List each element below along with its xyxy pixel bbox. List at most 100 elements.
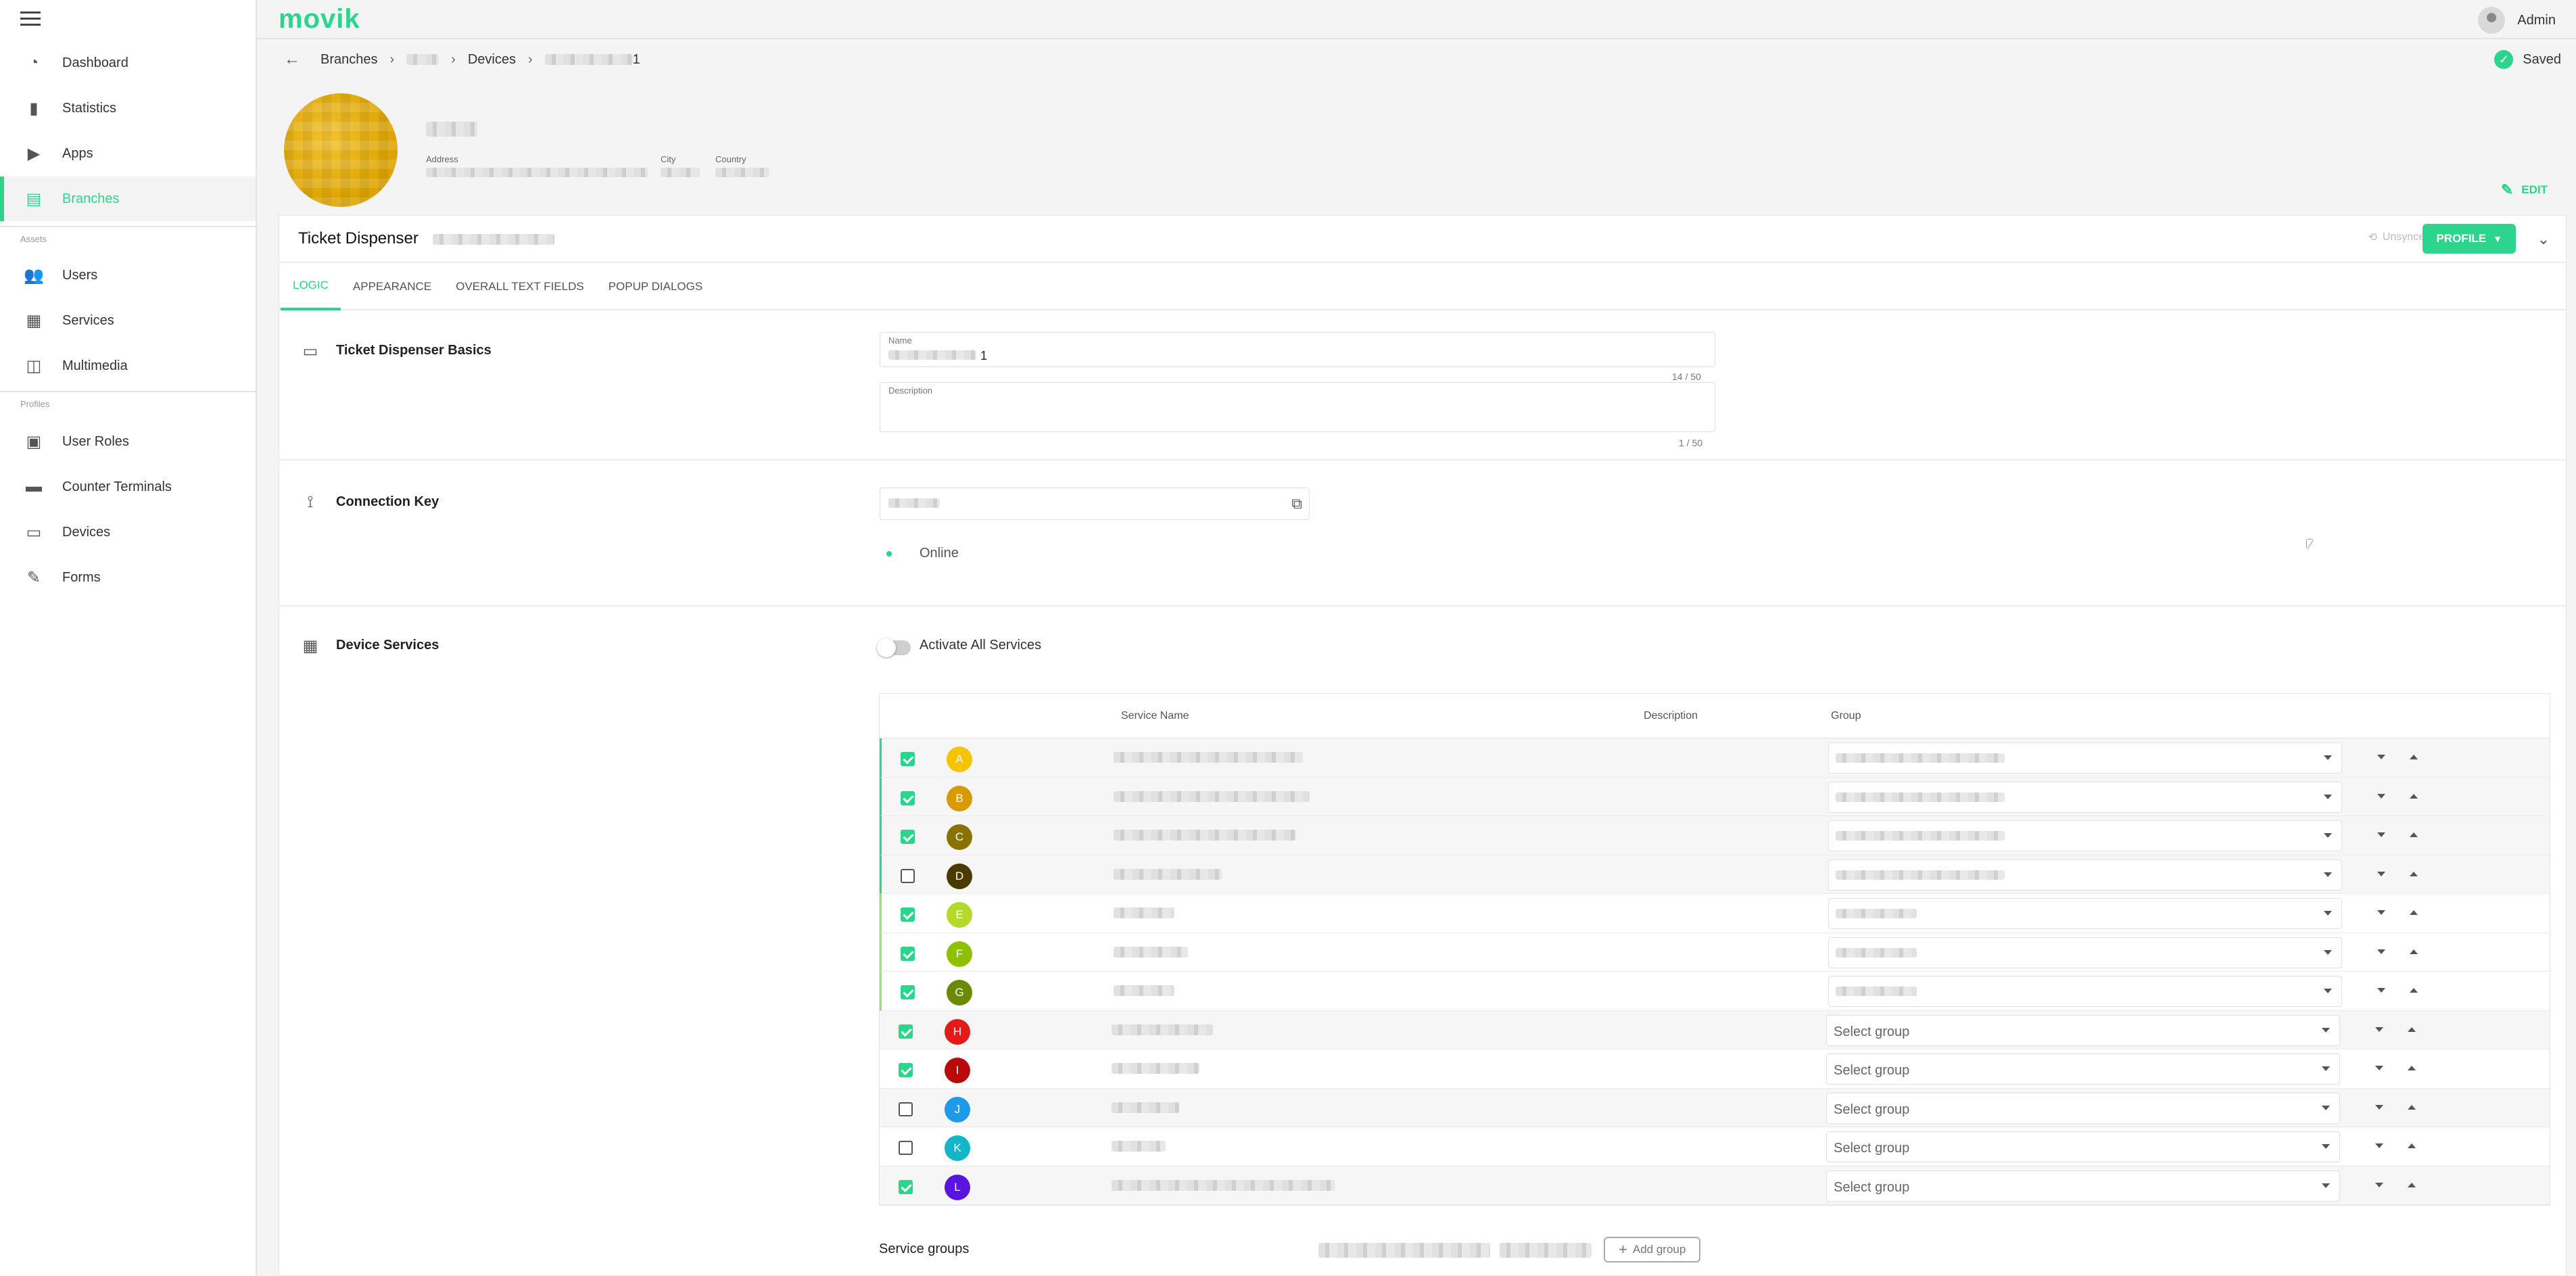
- breadcrumb-branch-redacted[interactable]: [406, 54, 439, 65]
- breadcrumb-branches[interactable]: Branches: [320, 52, 378, 68]
- edit-button[interactable]: ✎ EDIT: [2501, 181, 2548, 199]
- move-up-icon[interactable]: [2410, 793, 2418, 799]
- group-select[interactable]: [1828, 742, 2342, 774]
- copy-icon[interactable]: ⧉: [1291, 495, 1302, 513]
- caret-down-icon: [2324, 794, 2332, 799]
- service-checkbox[interactable]: [899, 1063, 913, 1077]
- user-name: Admin: [2517, 12, 2556, 28]
- sidebar-item-branches[interactable]: ▤ Branches: [0, 176, 256, 221]
- move-up-icon[interactable]: [2408, 1066, 2416, 1070]
- service-checkbox[interactable]: [901, 752, 915, 766]
- group-value-redacted: [1836, 947, 1917, 958]
- address-value-redacted: [426, 168, 648, 177]
- service-checkbox[interactable]: [901, 868, 915, 883]
- move-down-icon[interactable]: [2377, 755, 2385, 759]
- breadcrumb-current-suffix: 1: [632, 51, 640, 67]
- menu-icon[interactable]: [20, 8, 41, 28]
- move-up-icon[interactable]: [2410, 871, 2418, 876]
- move-down-icon[interactable]: [2375, 1143, 2383, 1148]
- sidebar-item-user-roles[interactable]: ▣ User Roles: [0, 419, 256, 464]
- move-up-icon[interactable]: [2408, 1104, 2416, 1110]
- sidebar-item-label: Services: [62, 312, 114, 328]
- move-down-icon[interactable]: [2377, 871, 2385, 876]
- add-group-button[interactable]: + Add group: [1604, 1237, 1701, 1262]
- group-select[interactable]: [1828, 898, 2342, 929]
- move-down-icon[interactable]: [2377, 949, 2385, 954]
- tab-appearance[interactable]: APPEARANCE: [341, 263, 444, 310]
- move-down-icon[interactable]: [2377, 832, 2385, 837]
- group-select[interactable]: Select group: [1826, 1092, 2340, 1124]
- name-field[interactable]: Name 1: [880, 332, 1715, 367]
- group-select[interactable]: [1828, 820, 2342, 851]
- sidebar-item-apps[interactable]: ▶ Apps: [0, 131, 256, 176]
- sidebar-item-forms[interactable]: ✎ Forms: [0, 555, 256, 600]
- move-up-icon[interactable]: [2408, 1182, 2416, 1187]
- service-checkbox[interactable]: [899, 1024, 913, 1039]
- antenna-icon: ⟟: [307, 493, 314, 511]
- group-select[interactable]: Select group: [1826, 1170, 2340, 1202]
- move-up-icon[interactable]: [2408, 1143, 2416, 1148]
- service-group-chip-redacted[interactable]: [1318, 1243, 1490, 1258]
- chevron-down-icon[interactable]: ⌄: [2537, 231, 2550, 248]
- move-down-icon[interactable]: [2375, 1182, 2383, 1187]
- service-group-chip-redacted[interactable]: [1500, 1243, 1592, 1258]
- service-checkbox[interactable]: [901, 985, 915, 999]
- service-letter-badge: H: [945, 1018, 970, 1045]
- device-icon: ▭: [302, 341, 318, 360]
- move-up-icon[interactable]: [2410, 988, 2418, 993]
- group-select[interactable]: [1828, 937, 2342, 968]
- back-arrow-icon[interactable]: ←: [284, 50, 300, 69]
- group-select[interactable]: [1828, 859, 2342, 891]
- move-down-icon[interactable]: [2375, 1066, 2383, 1070]
- bar-chart-icon: ▮: [29, 99, 39, 118]
- move-up-icon[interactable]: [2410, 832, 2418, 837]
- group-select[interactable]: [1828, 781, 2342, 813]
- service-checkbox[interactable]: [901, 790, 915, 805]
- group-select[interactable]: Select group: [1826, 1054, 2340, 1085]
- service-checkbox[interactable]: [899, 1179, 913, 1194]
- move-down-icon[interactable]: [2375, 1104, 2383, 1110]
- sidebar-item-counter-terminals[interactable]: ▬ Counter Terminals: [0, 465, 256, 509]
- table-row: C: [880, 816, 2550, 855]
- service-letter-badge: G: [947, 980, 972, 1006]
- sidebar-item-devices[interactable]: ▭ Devices: [0, 510, 256, 554]
- service-letter-badge: A: [947, 747, 972, 772]
- activate-all-toggle[interactable]: [877, 638, 911, 657]
- group-select-value: Select group: [1834, 1102, 1910, 1117]
- move-up-icon[interactable]: [2410, 949, 2418, 954]
- connection-key-field[interactable]: ⧉: [880, 488, 1310, 520]
- sidebar-item-dashboard[interactable]: ◔ Dashboard: [0, 41, 256, 85]
- move-down-icon[interactable]: [2377, 910, 2385, 915]
- service-checkbox[interactable]: [899, 1141, 913, 1155]
- move-down-icon[interactable]: [2377, 793, 2385, 799]
- move-down-icon[interactable]: [2377, 988, 2385, 993]
- description-field[interactable]: Description: [880, 382, 1715, 432]
- move-down-icon[interactable]: [2375, 1026, 2383, 1032]
- service-checkbox[interactable]: [901, 907, 915, 922]
- sidebar-item-multimedia[interactable]: ◫ Multimedia: [0, 344, 256, 388]
- tab-overall-text-fields[interactable]: OVERALL TEXT FIELDS: [444, 263, 596, 310]
- sidebar-item-users[interactable]: 👥 Users: [0, 253, 256, 298]
- move-up-icon[interactable]: [2410, 910, 2418, 915]
- group-select[interactable]: [1828, 976, 2342, 1007]
- tab-popup-dialogs[interactable]: POPUP DIALOGS: [596, 263, 715, 310]
- breadcrumb-devices[interactable]: Devices: [468, 52, 516, 68]
- group-select[interactable]: Select group: [1826, 1131, 2340, 1162]
- service-checkbox[interactable]: [901, 946, 915, 961]
- sidebar-item-services[interactable]: ▦ Services: [0, 298, 256, 343]
- service-name-redacted: [1114, 830, 1296, 841]
- service-letter-badge: K: [945, 1135, 970, 1161]
- move-up-icon[interactable]: [2410, 755, 2418, 759]
- move-up-icon[interactable]: [2408, 1026, 2416, 1032]
- dashboard-icon: ◔: [28, 53, 39, 72]
- sidebar-item-statistics[interactable]: ▮ Statistics: [0, 86, 256, 131]
- service-checkbox[interactable]: [899, 1102, 913, 1116]
- service-checkbox[interactable]: [901, 830, 915, 844]
- group-select[interactable]: Select group: [1826, 1014, 2340, 1046]
- edit-label: EDIT: [2521, 183, 2548, 196]
- tab-logic[interactable]: LOGIC: [281, 263, 341, 310]
- user-menu[interactable]: Admin: [2478, 7, 2556, 34]
- profile-button[interactable]: PROFILE ▼: [2423, 224, 2516, 254]
- address-label: Address: [426, 154, 458, 164]
- caret-down-icon: ▼: [2493, 233, 2502, 244]
